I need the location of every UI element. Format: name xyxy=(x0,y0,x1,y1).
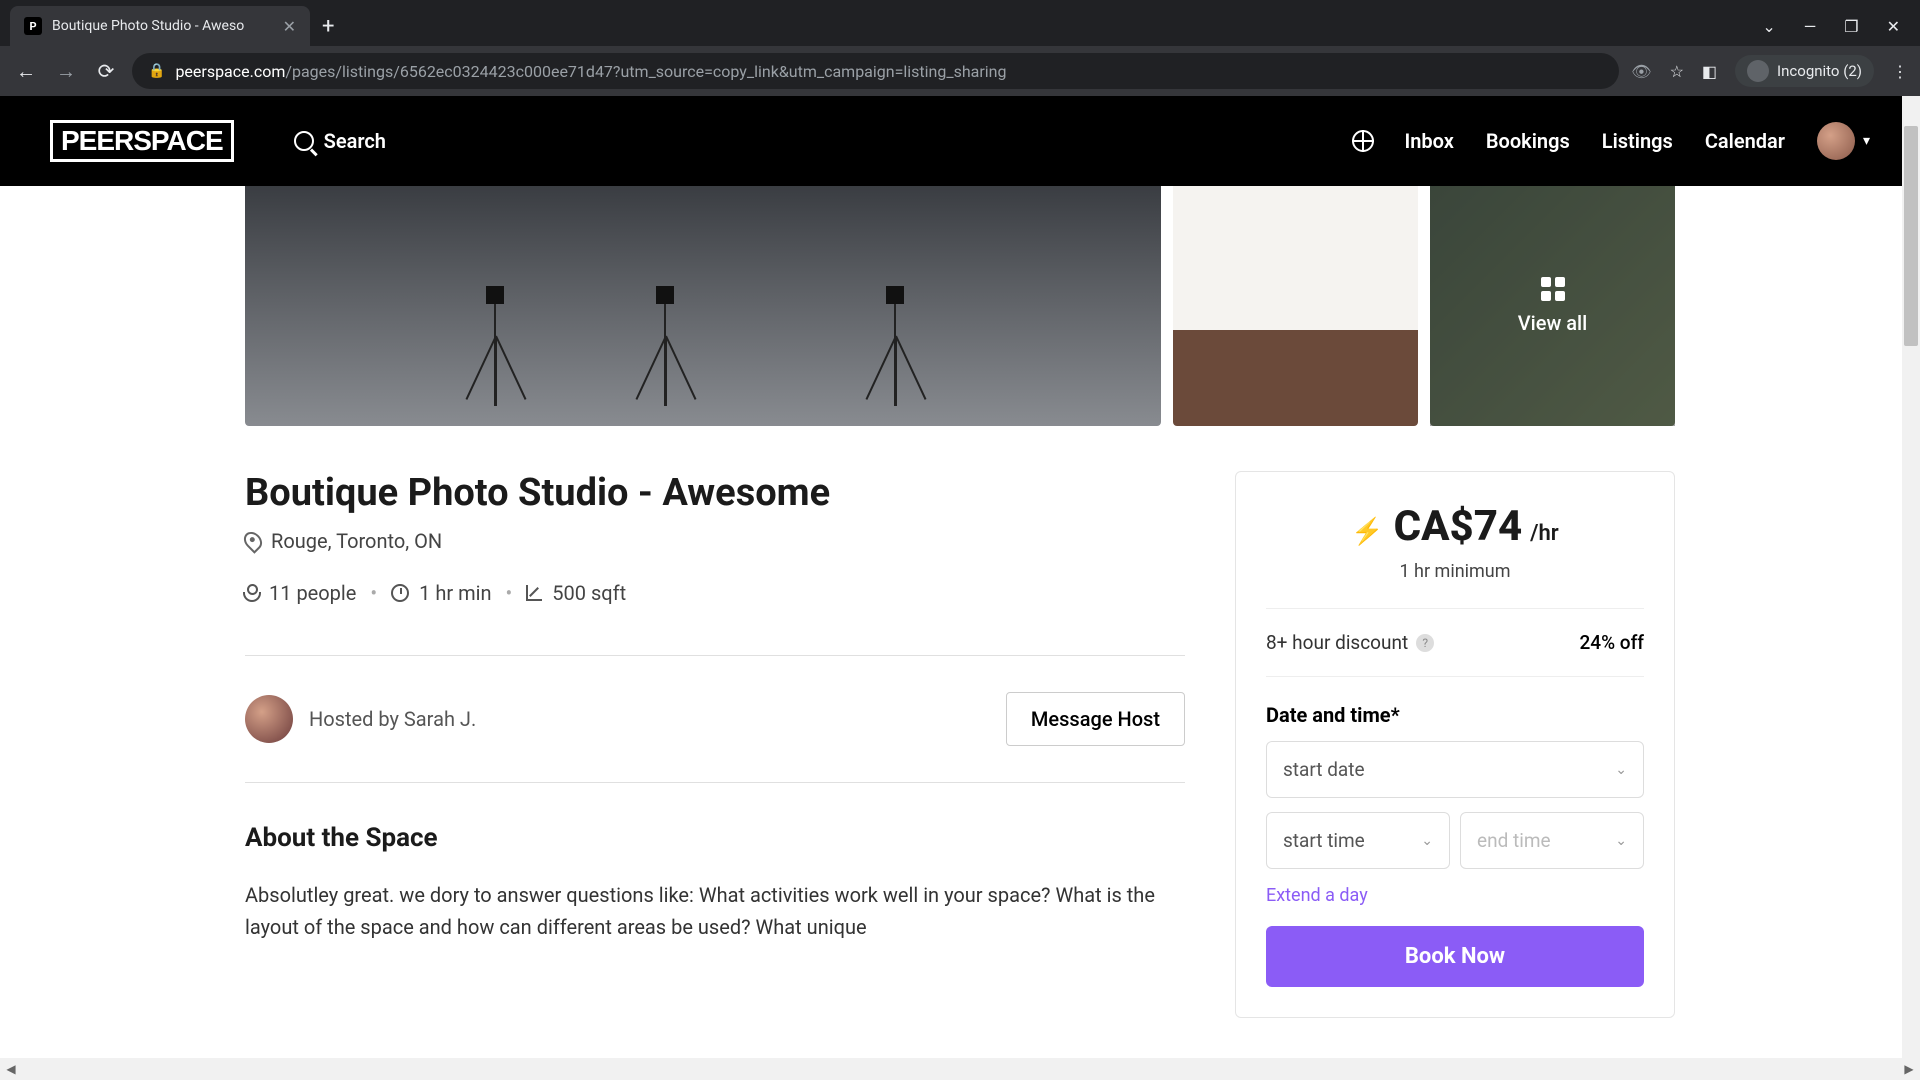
incognito-badge[interactable]: Incognito (2) xyxy=(1735,55,1874,87)
user-avatar[interactable] xyxy=(1817,122,1855,160)
maximize-button[interactable]: ❐ xyxy=(1844,17,1858,36)
chevron-down-icon[interactable]: ▾ xyxy=(1863,133,1870,149)
view-all-label: View all xyxy=(1518,311,1588,335)
end-time-select[interactable]: end time⌄ xyxy=(1460,812,1644,869)
reload-button[interactable]: ⟳ xyxy=(92,59,120,83)
new-tab-button[interactable]: + xyxy=(322,14,334,39)
search-label: Search xyxy=(324,129,386,153)
back-button[interactable]: ← xyxy=(12,59,40,84)
message-host-button[interactable]: Message Host xyxy=(1006,692,1185,746)
discount-amount: 24% off xyxy=(1579,631,1644,654)
area-value: 500 sqft xyxy=(552,581,626,605)
grid-icon xyxy=(1541,277,1565,301)
capacity-value: 11 people xyxy=(269,581,356,605)
side-panel-icon[interactable]: ◧ xyxy=(1702,62,1717,81)
favicon: P xyxy=(24,17,42,35)
host-name: Hosted by Sarah J. xyxy=(309,707,476,731)
discount-label: 8+ hour discount xyxy=(1266,631,1408,654)
nav-links: Inbox Bookings Listings Calendar xyxy=(1404,129,1785,153)
extend-day-link[interactable]: Extend a day xyxy=(1266,885,1644,906)
booking-panel: ⚡ CA$74 /hr 1 hr minimum 8+ hour discoun… xyxy=(1235,471,1675,1018)
book-now-button[interactable]: Book Now xyxy=(1266,926,1644,987)
nav-bookings[interactable]: Bookings xyxy=(1486,129,1570,153)
listing-specs: 11 people • 1 hr min • 500 sqft xyxy=(245,581,1185,605)
main-photo[interactable] xyxy=(245,186,1161,426)
lock-icon: 🔒 xyxy=(148,63,165,79)
nav-inbox[interactable]: Inbox xyxy=(1404,129,1453,153)
thumbnail-photo[interactable] xyxy=(1173,186,1418,426)
nav-listings[interactable]: Listings xyxy=(1602,129,1673,153)
chevron-down-icon: ⌄ xyxy=(1421,833,1433,849)
page-content: PEERSPACE Search Inbox Bookings Listings… xyxy=(0,96,1920,1080)
tab-search-icon[interactable]: ⌄ xyxy=(1762,17,1775,36)
chevron-down-icon: ⌄ xyxy=(1615,762,1627,778)
price-value: CA$74 xyxy=(1394,502,1523,551)
start-time-select[interactable]: start time⌄ xyxy=(1266,812,1450,869)
forward-button[interactable]: → xyxy=(52,59,80,84)
nav-calendar[interactable]: Calendar xyxy=(1705,129,1785,153)
horizontal-scrollbar[interactable]: ◀ ▶ xyxy=(0,1058,1920,1080)
incognito-label: Incognito (2) xyxy=(1777,62,1862,80)
close-tab-icon[interactable]: ✕ xyxy=(283,17,296,36)
duration-value: 1 hr min xyxy=(419,581,491,605)
info-icon[interactable]: ? xyxy=(1416,634,1434,652)
bookmark-icon[interactable]: ☆ xyxy=(1670,62,1684,81)
tab-title: Boutique Photo Studio - Aweso xyxy=(52,18,273,34)
url-bar: ← → ⟳ 🔒 peerspace.com/pages/listings/656… xyxy=(0,46,1920,96)
pin-icon xyxy=(240,528,265,553)
search-link[interactable]: Search xyxy=(294,129,386,153)
listing-title: Boutique Photo Studio - Awesome xyxy=(245,471,1185,515)
eye-off-icon[interactable]: 👁 xyxy=(1631,62,1651,81)
site-header: PEERSPACE Search Inbox Bookings Listings… xyxy=(0,96,1920,186)
search-icon xyxy=(294,131,314,151)
photo-gallery: View all xyxy=(245,186,1675,426)
minimize-button[interactable]: ― xyxy=(1804,17,1817,36)
address-bar[interactable]: 🔒 peerspace.com/pages/listings/6562ec032… xyxy=(132,53,1619,89)
thumbnail-photo[interactable]: View all xyxy=(1430,186,1675,426)
menu-icon[interactable]: ⋮ xyxy=(1892,62,1908,81)
minimum-label: 1 hr minimum xyxy=(1266,561,1644,582)
clock-icon xyxy=(391,584,409,602)
window-controls: ⌄ ― ❐ ✕ xyxy=(1762,17,1920,36)
start-date-select[interactable]: start date⌄ xyxy=(1266,741,1644,798)
view-all-button[interactable]: View all xyxy=(1430,186,1675,426)
tab-bar: P Boutique Photo Studio - Aweso ✕ + ⌄ ― … xyxy=(0,0,1920,46)
host-avatar[interactable] xyxy=(245,695,293,743)
person-icon xyxy=(245,584,259,602)
date-time-label: Date and time* xyxy=(1266,703,1644,727)
listing-location: Rouge, Toronto, ON xyxy=(245,529,1185,553)
bolt-icon: ⚡ xyxy=(1351,517,1383,547)
price-unit: /hr xyxy=(1530,521,1559,546)
browser-tab[interactable]: P Boutique Photo Studio - Aweso ✕ xyxy=(10,6,310,46)
incognito-icon xyxy=(1747,60,1769,82)
globe-icon[interactable] xyxy=(1352,130,1374,152)
scroll-left-arrow[interactable]: ◀ xyxy=(0,1062,22,1076)
about-text: Absolutley great. we dory to answer ques… xyxy=(245,879,1185,943)
vertical-scrollbar[interactable] xyxy=(1902,96,1920,1080)
close-window-button[interactable]: ✕ xyxy=(1887,17,1900,36)
area-icon xyxy=(526,585,542,601)
scroll-right-arrow[interactable]: ▶ xyxy=(1898,1062,1920,1076)
chevron-down-icon: ⌄ xyxy=(1615,833,1627,849)
url-text: peerspace.com/pages/listings/6562ec03244… xyxy=(175,62,1006,81)
logo[interactable]: PEERSPACE xyxy=(50,120,234,162)
about-heading: About the Space xyxy=(245,823,1185,853)
